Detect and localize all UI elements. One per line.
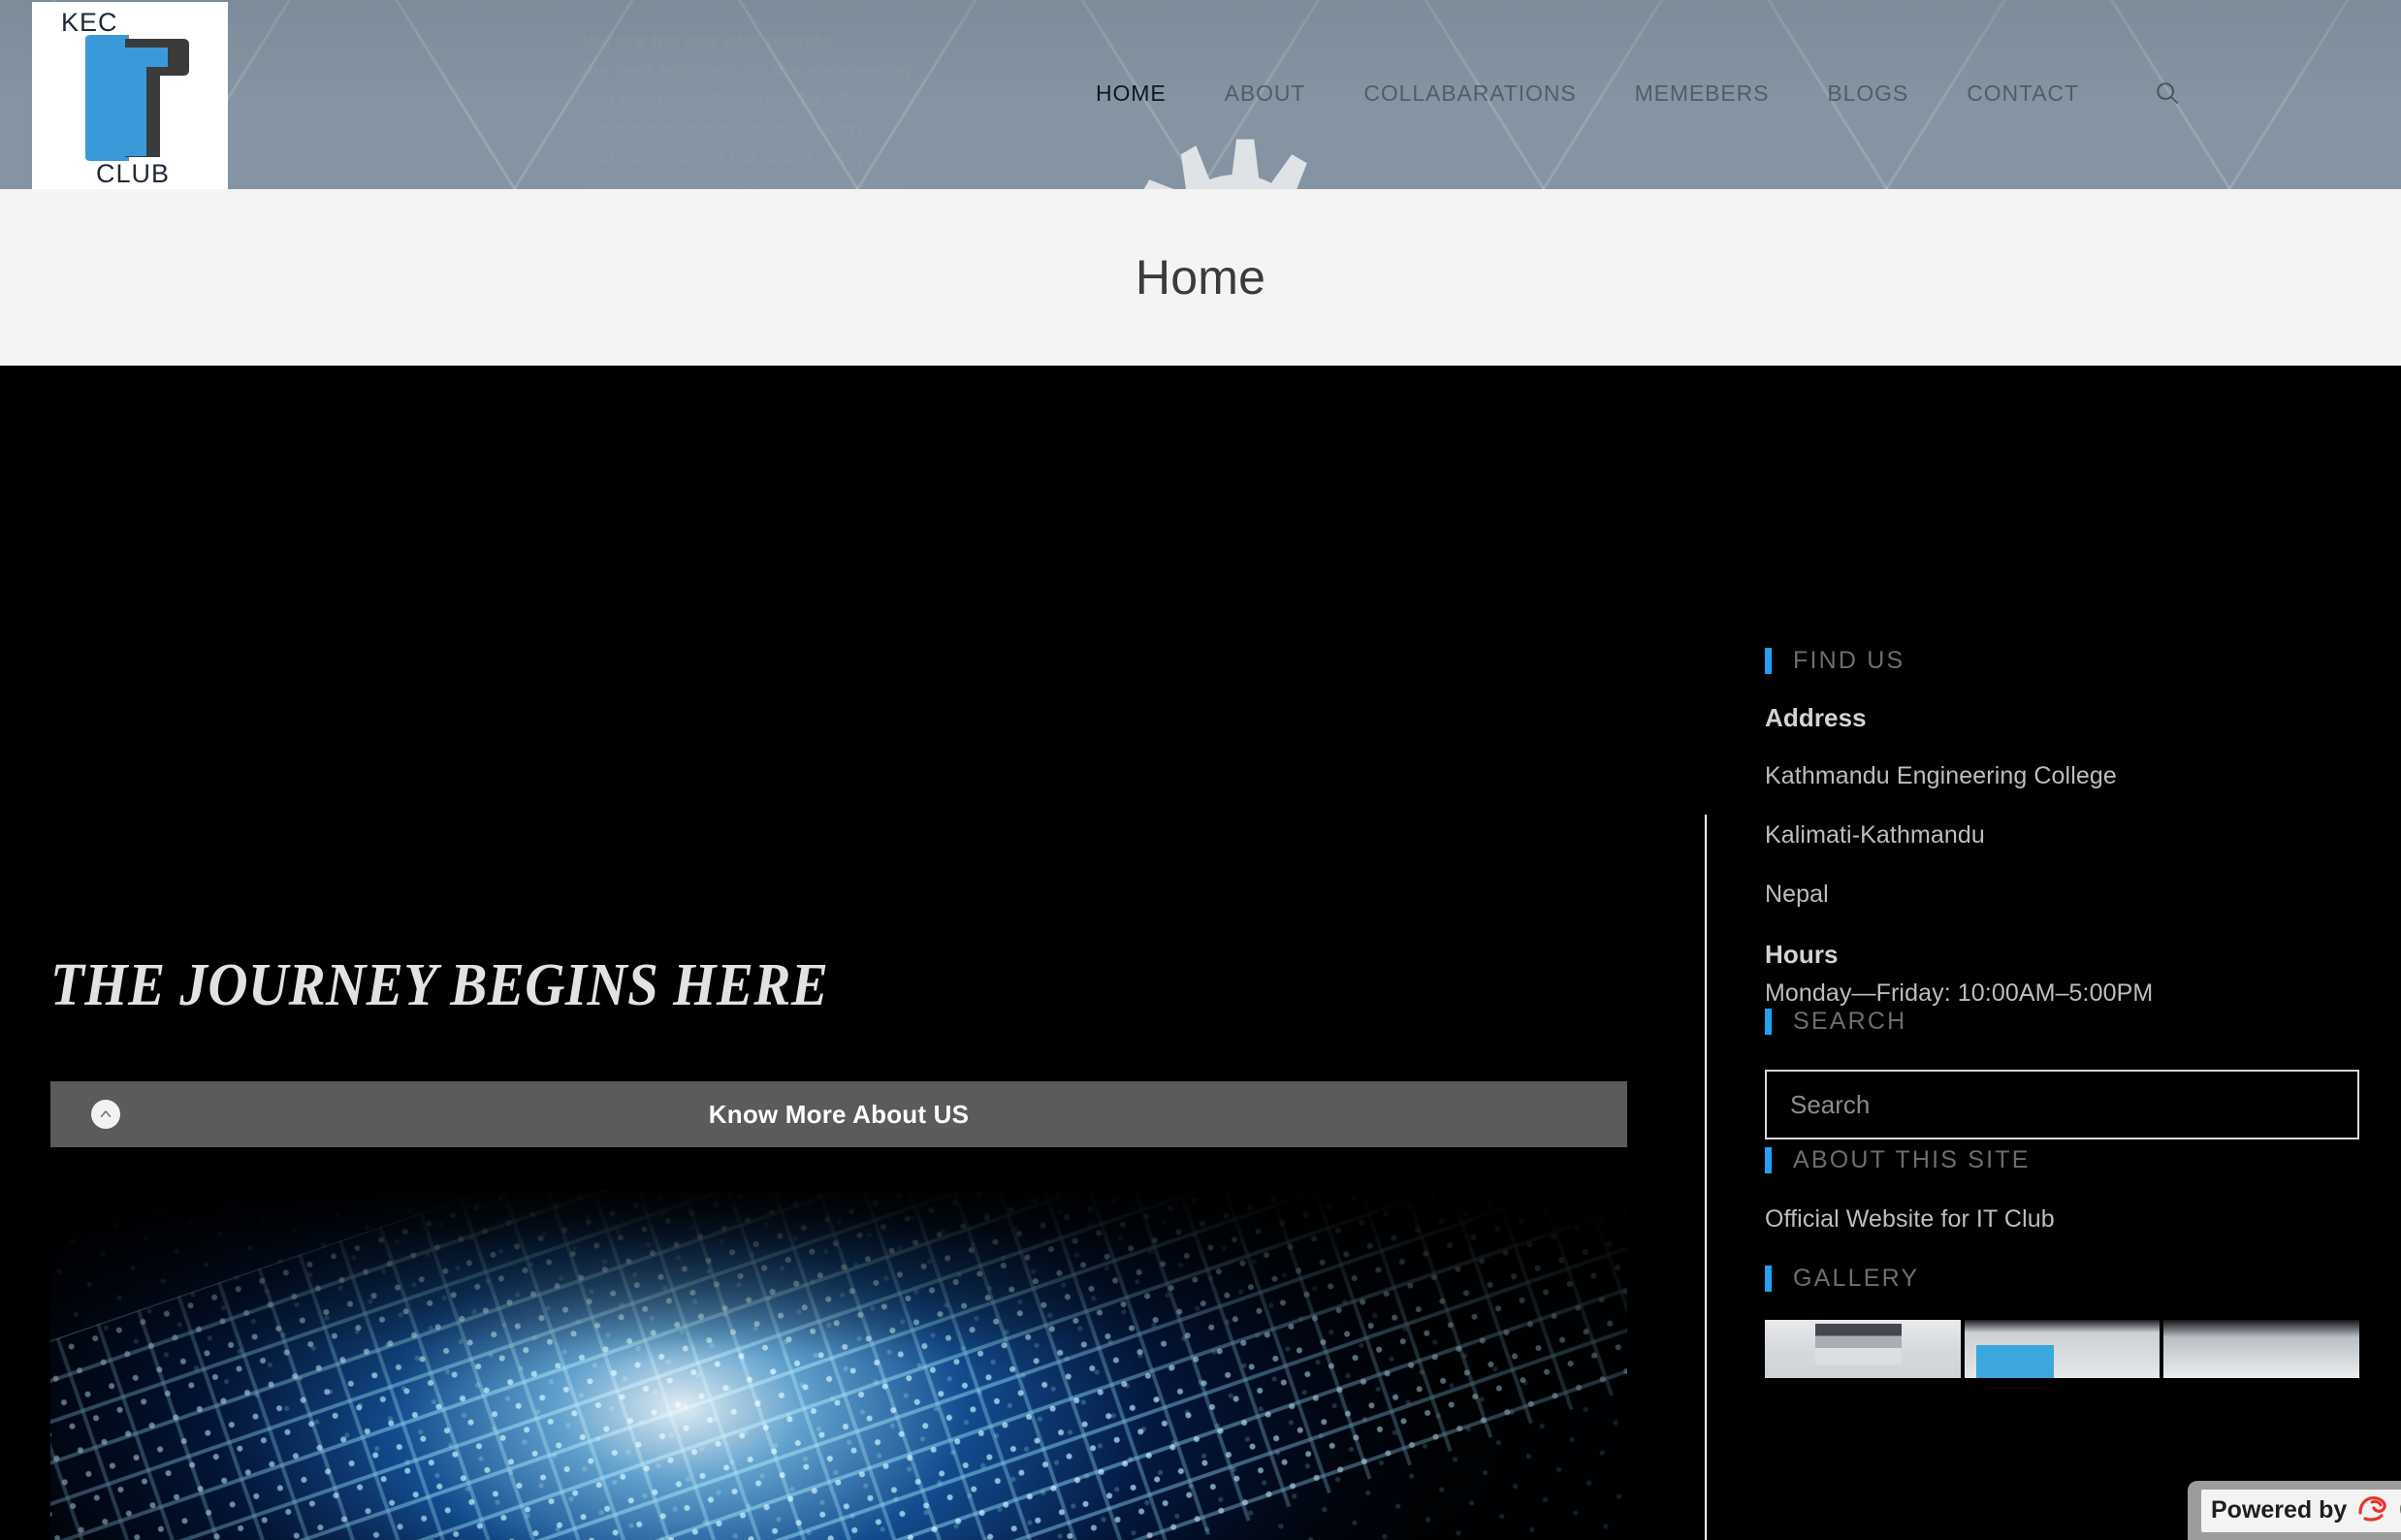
page-title: Home (1135, 250, 1266, 305)
widget-title-gallery: GALLERY (1765, 1265, 2366, 1293)
nav-item-blogs[interactable]: BLOGS (1798, 74, 1937, 112)
address-line-1: Kathmandu Engineering College (1765, 762, 2117, 789)
know-more-about-us-button[interactable]: Know More About US (50, 1081, 1627, 1147)
address-label: Address (1765, 703, 1867, 732)
chevron-up-circle-icon (91, 1100, 120, 1129)
search-input[interactable] (1765, 1070, 2359, 1139)
nav-item-home[interactable]: HOME (1067, 74, 1196, 112)
svg-text:CLUB: CLUB (96, 159, 170, 188)
widget-about-this-site: ABOUT THIS SITE Official Website for IT … (1765, 1146, 2366, 1234)
nav-item-about[interactable]: ABOUT (1196, 74, 1335, 112)
nav-item-contact[interactable]: CONTACT (1937, 74, 2108, 112)
content-area: THE JOURNEY BEGINS HERE Know More About … (0, 366, 2401, 1540)
know-more-label: Know More About US (708, 1099, 970, 1129)
blue-circuit-board-image (50, 1190, 1627, 1540)
hero-column: THE JOURNEY BEGINS HERE Know More About … (0, 366, 1649, 1540)
hours-value: Monday—Friday: 10:00AM–5:00PM (1765, 979, 2154, 1007)
gear-icon (1110, 124, 1362, 189)
search-icon[interactable] (2149, 75, 2186, 112)
address-line-2: Kalimati-Kathmandu (1765, 821, 1985, 849)
widget-title-about-this-site: ABOUT THIS SITE (1765, 1146, 2366, 1174)
page-title-band: Home (0, 189, 2401, 366)
powered-by-text: Powered by (2211, 1496, 2348, 1524)
webhost-swirl-icon (2356, 1493, 2389, 1527)
column-divider (1705, 815, 1707, 1540)
widget-search: SEARCH (1765, 1008, 2366, 1139)
nav-item-collabarations[interactable]: COLLABARATIONS (1334, 74, 1605, 112)
hero-heading: THE JOURNEY BEGINS HERE (50, 952, 829, 1018)
site-logo[interactable]: KEC CLUB (32, 2, 228, 189)
address-line-3: Nepal (1765, 881, 1829, 908)
hours-label: Hours (1765, 940, 1839, 969)
gallery-thumbnail-3[interactable] (2163, 1320, 2360, 1378)
main-navigation[interactable]: HOME ABOUT COLLABARATIONS MEMEBERS BLOGS… (1067, 74, 2186, 112)
site-header: We are the one who provide the best solu… (0, 0, 2401, 189)
gallery-thumbnail-2[interactable] (1964, 1320, 2161, 1378)
gallery-grid (1765, 1320, 2360, 1378)
gallery-thumbnail-1[interactable] (1765, 1320, 1961, 1378)
about-this-site-text: Official Website for IT Club (1765, 1205, 2055, 1233)
widget-title-search: SEARCH (1765, 1008, 2366, 1036)
widget-find-us: FIND US Address Kathmandu Engineering Co… (1765, 647, 2366, 1008)
powered-by-badge[interactable]: Powered by 00 (2188, 1481, 2401, 1540)
widget-gallery: GALLERY (1765, 1265, 2366, 1378)
svg-text:KEC: KEC (61, 8, 118, 37)
widget-title-find-us: FIND US (1765, 647, 2366, 675)
nav-item-memebers[interactable]: MEMEBERS (1606, 74, 1799, 112)
powered-by-inner: Powered by 00 (2201, 1489, 2401, 1532)
pcb-vignette (50, 1190, 1627, 1540)
